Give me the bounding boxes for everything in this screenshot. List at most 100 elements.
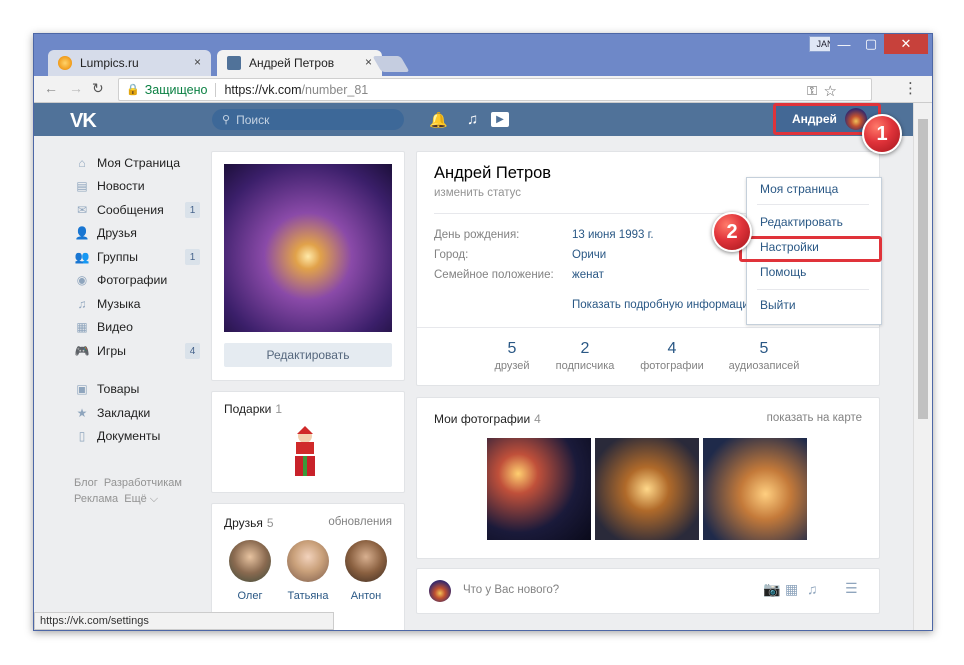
stat-audio[interactable]: 5 аудиозаписей <box>714 340 814 372</box>
search-input[interactable]: ⚲ Поиск <box>212 109 404 130</box>
footer-blog-link[interactable]: Блог <box>74 477 98 489</box>
info-value[interactable]: Оричи <box>572 249 606 261</box>
page-viewport: VK ⚲ Поиск 🔔 ♫ ▶ Андрей ⌵ ⌂ Моя Страница … <box>34 103 914 630</box>
info-key: Семейное положение: <box>434 269 554 281</box>
friend-item[interactable]: Антон <box>342 540 390 602</box>
friends-updates-link[interactable]: обновления <box>328 516 392 528</box>
sidebar-item-bookmarks[interactable]: ★ Закладки <box>74 401 204 425</box>
browser-menu-icon[interactable]: ⋮ <box>903 79 918 97</box>
video-icon[interactable]: ▦ <box>785 581 798 598</box>
post-composer[interactable]: Что у Вас нового? 📷 ▦ ♫ ☰ <box>416 568 880 614</box>
camera-icon[interactable]: 📷 <box>763 581 780 598</box>
forward-arrow-icon[interactable]: → <box>69 80 83 96</box>
groups-badge: 1 <box>185 249 200 265</box>
callout-number-1: 1 <box>862 114 902 154</box>
reload-icon[interactable]: ↻ <box>92 80 104 97</box>
close-button[interactable]: ✕ <box>884 34 928 54</box>
sidebar-item-label: Моя Страница <box>97 155 181 170</box>
status-edit-link[interactable]: изменить статус <box>434 187 521 199</box>
info-value[interactable]: 13 июня 1993 г. <box>572 229 654 241</box>
stat-label: фотографии <box>640 360 704 372</box>
gifts-card: Подарки 1 <box>211 391 405 493</box>
sidebar-footer: Блог Разработчикам Реклама Ещё ⌵ <box>74 475 214 507</box>
vk-favicon-icon <box>227 56 241 70</box>
edit-profile-button[interactable]: Редактировать <box>224 343 392 367</box>
games-icon: 🎮 <box>74 343 90 358</box>
friend-item[interactable]: Олег <box>226 540 274 602</box>
show-more-info-link[interactable]: Показать подробную информацию <box>572 299 757 311</box>
scrollbar[interactable] <box>913 103 932 630</box>
photos-header[interactable]: Мои фотографии 4 <box>434 412 541 426</box>
friend-name: Антон <box>350 590 382 602</box>
scrollbar-thumb[interactable] <box>918 119 928 419</box>
sidebar-item-documents[interactable]: ▯ Документы <box>74 425 204 449</box>
back-arrow-icon[interactable]: ← <box>44 80 58 96</box>
tab-vk-profile[interactable]: Андрей Петров × <box>217 50 382 76</box>
info-key: День рождения: <box>434 229 520 241</box>
sidebar-item-photos[interactable]: ◉ Фотографии <box>74 269 204 293</box>
sidebar-item-label: Друзья <box>97 226 137 241</box>
music-note-icon[interactable]: ♫ <box>807 581 818 597</box>
footer-ads-link[interactable]: Реклама <box>74 493 118 505</box>
callout-number-2: 2 <box>712 212 752 252</box>
show-on-map-link[interactable]: показать на карте <box>767 412 862 424</box>
dropdown-item-logout[interactable]: Выйти <box>747 294 881 316</box>
divider <box>417 327 879 328</box>
sidebar-item-groups[interactable]: 👥 Группы 1 <box>74 245 204 269</box>
friends-header[interactable]: Друзья 5 <box>224 516 274 530</box>
messages-badge: 1 <box>185 202 200 218</box>
friend-name: Олег <box>237 590 263 602</box>
gift-santa-icon[interactable] <box>290 426 320 478</box>
profile-photo[interactable] <box>224 164 392 332</box>
url-host: https://vk.com <box>224 82 302 97</box>
sidebar-item-label: Группы <box>97 249 138 264</box>
page-title: Андрей Петров <box>434 164 552 182</box>
info-value[interactable]: женат <box>572 269 604 281</box>
status-bar-url: https://vk.com/settings <box>34 612 334 630</box>
friend-name: Татьяна <box>287 590 329 602</box>
dropdown-item-edit[interactable]: Редактировать <box>747 211 881 233</box>
play-icon[interactable]: ▶ <box>491 112 509 127</box>
footer-developers-link[interactable]: Разработчикам <box>104 477 182 489</box>
sidebar-item-label: Фотографии <box>97 273 168 288</box>
photo-thumbnail[interactable] <box>595 438 699 540</box>
sidebar-item-video[interactable]: ▦ Видео <box>74 316 204 340</box>
text-format-icon[interactable]: ☰ <box>845 580 858 597</box>
url-path: /number_81 <box>301 82 369 97</box>
sidebar-item-friends[interactable]: 👤 Друзья <box>74 222 204 246</box>
gifts-header[interactable]: Подарки 1 <box>224 402 282 416</box>
minimize-button[interactable]: — <box>830 34 858 54</box>
photo-thumbnail[interactable] <box>487 438 591 540</box>
secure-label: Защищено <box>144 82 208 97</box>
footer-more-link[interactable]: Ещё ⌵ <box>124 493 158 505</box>
sidebar-item-messages[interactable]: ✉ Сообщения 1 <box>74 198 204 222</box>
stat-photos[interactable]: 4 фотографии <box>622 340 722 372</box>
dropdown-item-help[interactable]: Помощь <box>747 261 881 283</box>
sidebar-item-news[interactable]: ▤ Новости <box>74 175 204 199</box>
dropdown-item-my-page[interactable]: Моя страница <box>747 178 881 200</box>
post-input[interactable]: Что у Вас нового? <box>463 584 559 596</box>
sidebar-item-games[interactable]: 🎮 Игры 4 <box>74 339 204 363</box>
tab-close-icon[interactable]: × <box>194 55 201 69</box>
sidebar-item-my-page[interactable]: ⌂ Моя Страница <box>74 151 204 175</box>
sidebar-item-music[interactable]: ♫ Музыка <box>74 292 204 316</box>
address-bar[interactable]: 🔒 Защищено https://vk.com/number_81 ⚿ ☆ <box>118 78 872 101</box>
sidebar-item-label: Товары <box>97 382 140 397</box>
stat-followers[interactable]: 2 подписчика <box>535 340 635 372</box>
tab-close-icon[interactable]: × <box>365 55 372 69</box>
maximize-button[interactable]: ▢ <box>858 34 884 54</box>
notifications-bell-icon[interactable]: 🔔 <box>429 111 448 129</box>
bookmark-star-icon[interactable]: ☆ <box>824 82 837 100</box>
key-icon[interactable]: ⚿ <box>807 83 817 99</box>
stat-label: подписчика <box>555 360 615 372</box>
sidebar-item-goods[interactable]: ▣ Товары <box>74 378 204 402</box>
tab-lumpics[interactable]: Lumpics.ru × <box>48 50 211 76</box>
friends-icon: 👤 <box>74 226 90 241</box>
games-badge: 4 <box>185 343 200 359</box>
vk-logo[interactable]: VK <box>70 110 97 133</box>
stat-number: 5 <box>759 340 769 357</box>
photo-thumbnail[interactable] <box>703 438 807 540</box>
music-note-icon[interactable]: ♫ <box>467 111 478 128</box>
friend-item[interactable]: Татьяна <box>284 540 332 602</box>
